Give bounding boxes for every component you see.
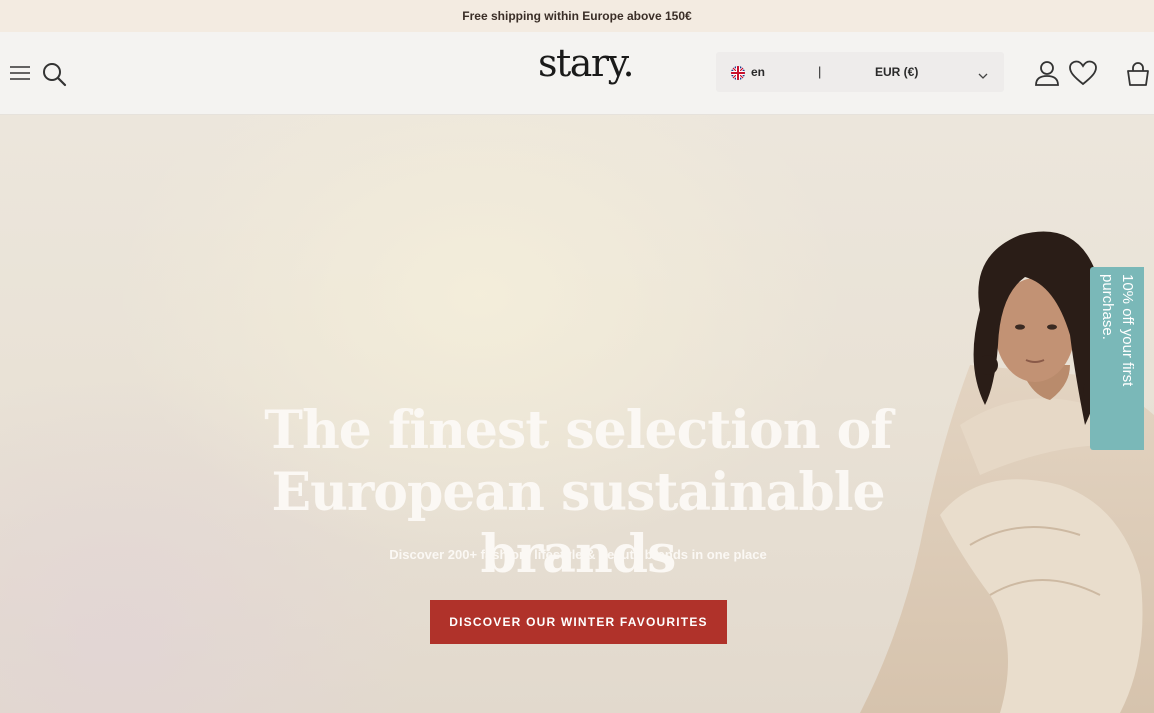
chevron-down-icon[interactable] [978,67,988,79]
language-label[interactable]: en [751,65,765,79]
hero-headline-line-1: The finest selection of [264,400,892,461]
promo-text: 10% off your first purchase. [1099,274,1136,387]
uk-flag-icon [731,66,745,80]
search-icon[interactable] [40,60,68,88]
site-logo[interactable]: stary. [538,40,635,86]
hero-banner: The finest selection of European sustain… [0,115,1154,713]
hero-subheadline: Discover 200+ fashion, lifestyle & beaut… [389,547,767,562]
site-header: stary. en | EUR (€) [0,32,1154,115]
shopping-bag-icon[interactable] [1124,60,1152,88]
discount-promo-tab[interactable]: 10% off your first purchase. [1090,267,1144,450]
locale-separator: | [818,64,822,79]
hamburger-menu-icon[interactable] [8,62,32,84]
heart-icon[interactable] [1068,58,1098,88]
discover-winter-favourites-button[interactable]: DISCOVER OUR WINTER FAVOURITES [430,600,727,644]
announcement-text: Free shipping within Europe above 150€ [462,9,692,23]
locale-currency-selector[interactable]: en | EUR (€) [716,52,1004,92]
hero-headline-line-2: European sustainable brands [271,462,885,585]
announcement-bar: Free shipping within Europe above 150€ [0,0,1154,32]
currency-label[interactable]: EUR (€) [875,65,918,79]
account-icon[interactable] [1032,58,1062,88]
